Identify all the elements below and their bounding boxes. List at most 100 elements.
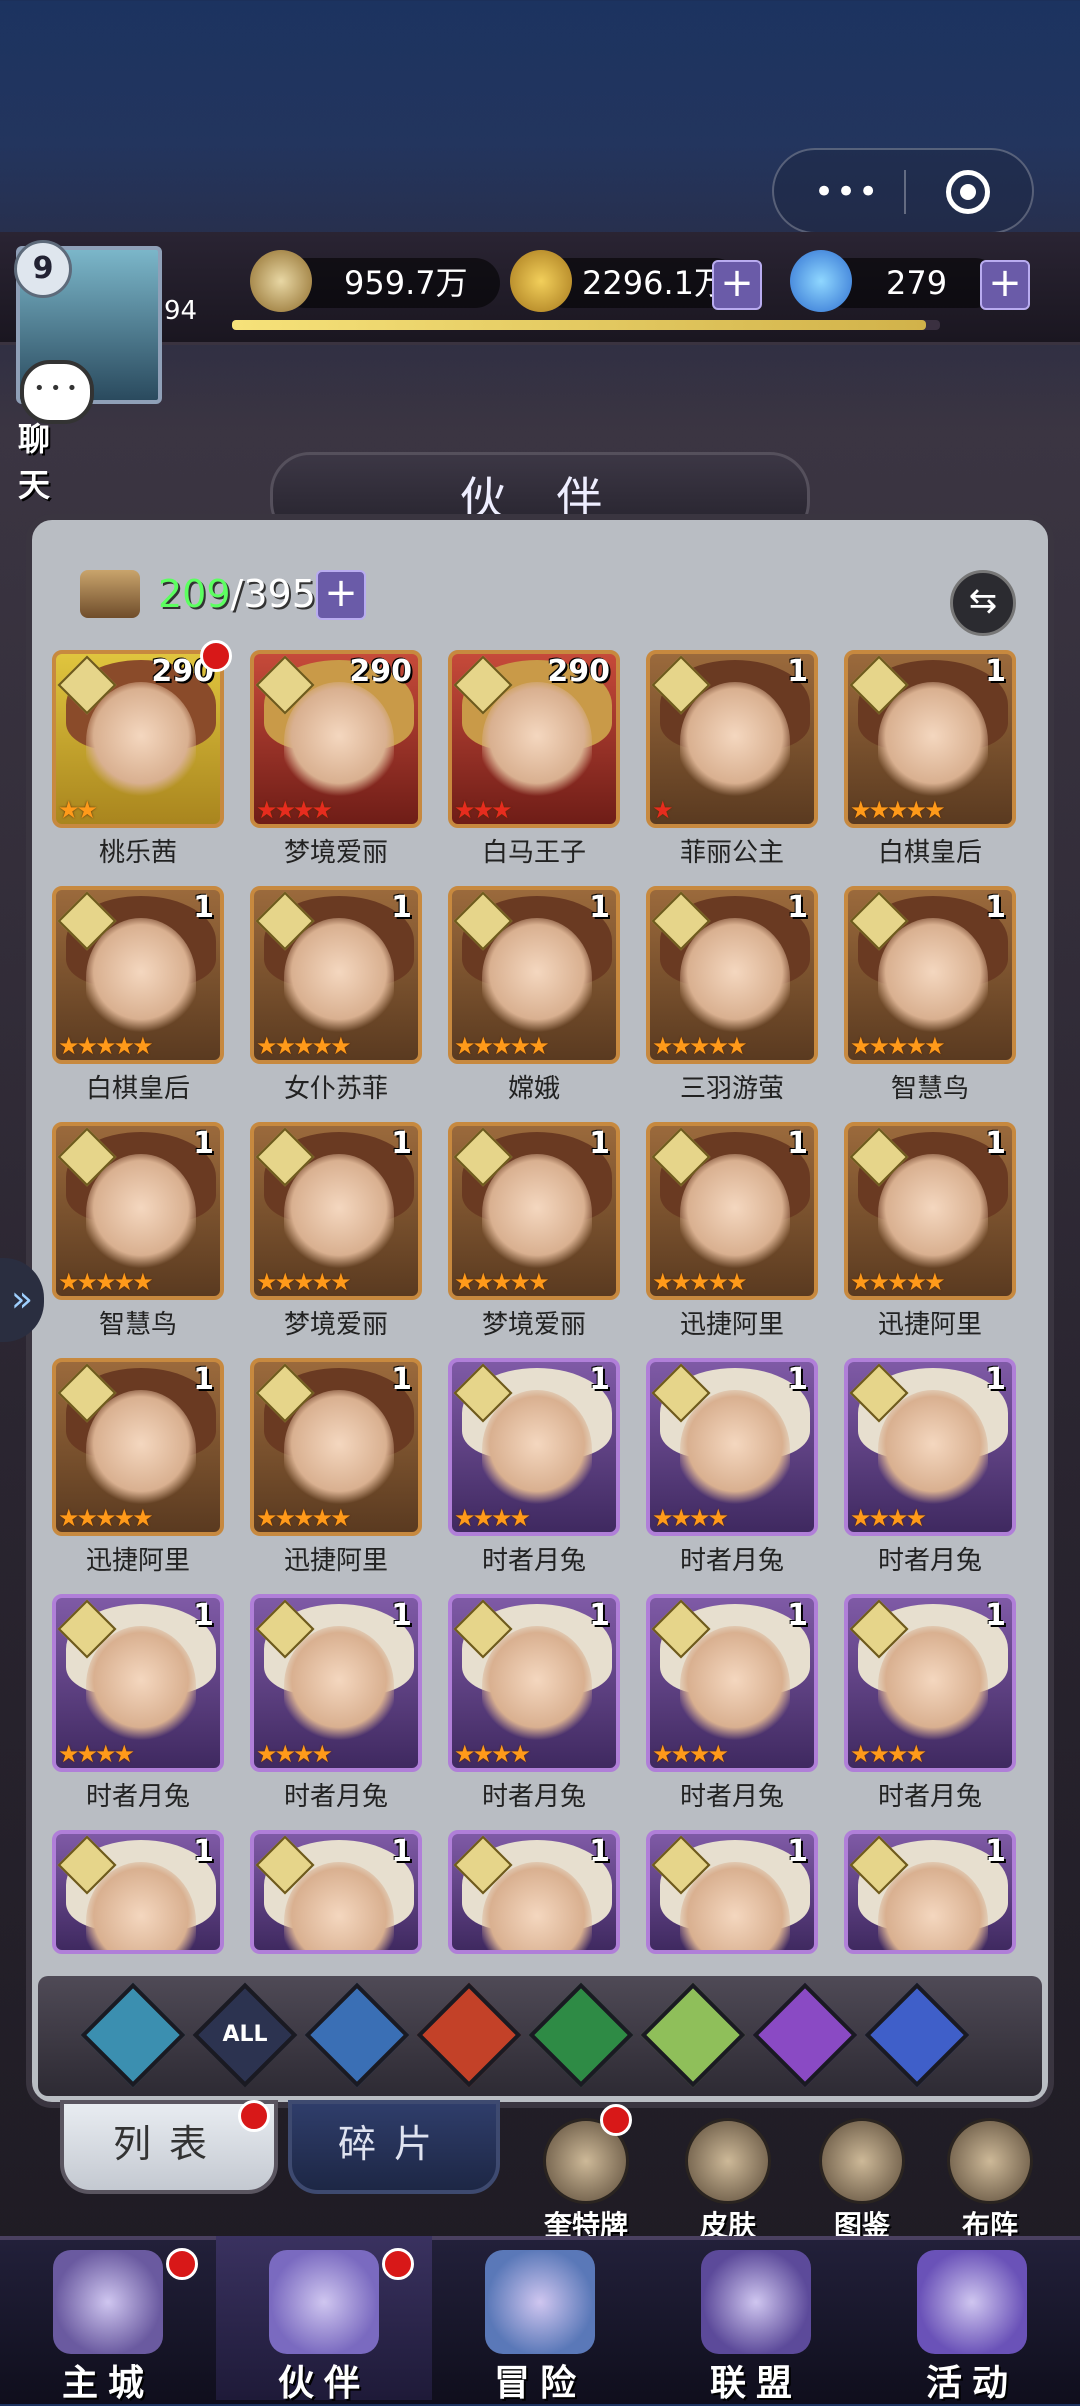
- partner-card[interactable]: 1 ★★★★: [844, 1594, 1016, 1772]
- planet-element-icon[interactable]: [864, 1982, 970, 2088]
- partner-card[interactable]: 1 ★★★★★: [844, 1122, 1016, 1300]
- partner-card[interactable]: 1 ★★★★★: [646, 1122, 818, 1300]
- partner-level: 1: [787, 1362, 808, 1397]
- partner-level: 290: [547, 654, 610, 689]
- gem-display: 279: [790, 250, 1000, 312]
- more-icon[interactable]: •••: [814, 175, 880, 209]
- partner-card[interactable]: 1: [844, 1830, 1016, 1954]
- partner-card[interactable]: 1 ★★★★: [250, 1594, 422, 1772]
- star-rating: ★★★★★: [58, 1504, 154, 1532]
- partner-card[interactable]: 1 ★★★★: [646, 1594, 818, 1772]
- partner-card[interactable]: 1 ★★★★: [844, 1358, 1016, 1536]
- partner-card[interactable]: 1: [250, 1830, 422, 1954]
- portrait: [680, 682, 790, 802]
- formation-button[interactable]: 布阵: [940, 2118, 1040, 2244]
- swap-sort-icon[interactable]: ⇆: [950, 570, 1016, 636]
- partner-level: 1: [787, 1598, 808, 1633]
- star-rating: ★★★: [454, 796, 513, 824]
- chat-button[interactable]: 聊 天: [14, 360, 94, 504]
- partner-card[interactable]: 1 ★★★★★: [448, 886, 620, 1064]
- expand-roster-button[interactable]: +: [316, 570, 366, 620]
- gold-value: 2296.1万: [582, 264, 726, 302]
- add-gold-button[interactable]: +: [712, 260, 762, 310]
- add-gem-button[interactable]: +: [980, 260, 1030, 310]
- partner-card[interactable]: 1 ★★★★★: [250, 886, 422, 1064]
- partner-card[interactable]: 1 ★★★★★: [844, 886, 1016, 1064]
- partner-card[interactable]: 1 ★★★★: [646, 1358, 818, 1536]
- partner-level: 1: [985, 1598, 1006, 1633]
- portrait: [482, 1154, 592, 1274]
- chevron-element-icon[interactable]: [80, 1982, 186, 2088]
- wind-element-icon[interactable]: [528, 1982, 634, 2088]
- partner-card[interactable]: 1 ★★★★: [448, 1594, 620, 1772]
- codex-button[interactable]: 图鉴: [812, 2118, 912, 2244]
- roster-current: 209: [158, 572, 231, 616]
- nav-compass[interactable]: 冒险: [432, 2236, 648, 2404]
- partner-name: 时者月兔: [877, 1546, 982, 1576]
- portrait: [284, 1626, 394, 1746]
- portrait: [284, 682, 394, 802]
- partner-card[interactable]: 1 ★★★★: [448, 1358, 620, 1536]
- partner-name: 菲丽公主: [679, 838, 784, 868]
- partner-level: 1: [985, 1126, 1006, 1161]
- sword-icon: [250, 250, 312, 312]
- partner-card[interactable]: 290 ★★: [52, 650, 224, 828]
- card-deck-button[interactable]: 奎特牌: [536, 2118, 636, 2244]
- partner-card[interactable]: 1 ★★★★★: [646, 886, 818, 1064]
- partner-name: 迅捷阿里: [85, 1546, 190, 1576]
- water-element-icon[interactable]: [304, 1982, 410, 2088]
- partner-card[interactable]: 1 ★: [646, 650, 818, 828]
- partner-card[interactable]: 1 ★★★★★: [250, 1122, 422, 1300]
- nav-label: 伙伴: [277, 2363, 370, 2404]
- partner-card[interactable]: 1 ★★★★★: [250, 1358, 422, 1536]
- partner-name: 梦境爱丽: [481, 1310, 586, 1340]
- partner-card[interactable]: 1: [52, 1830, 224, 1954]
- star-rating: ★★★★★: [652, 1032, 748, 1060]
- portrait: [86, 918, 196, 1038]
- partner-card[interactable]: 1 ★★★★★: [52, 1358, 224, 1536]
- skin-button[interactable]: 皮肤: [678, 2118, 778, 2244]
- portrait: [878, 1626, 988, 1746]
- light-element-icon[interactable]: [640, 1982, 746, 2088]
- partner-card[interactable]: 1 ★★★★★: [52, 886, 224, 1064]
- exp-bar: [232, 320, 940, 330]
- partner-name: 时者月兔: [85, 1782, 190, 1812]
- fire-element-icon[interactable]: [416, 1982, 522, 2088]
- partner-card[interactable]: 1: [646, 1830, 818, 1954]
- partner-card[interactable]: 290 ★★★★: [250, 650, 422, 828]
- partner-level: 1: [985, 654, 1006, 689]
- partner-card[interactable]: 1 ★★★★★: [52, 1122, 224, 1300]
- tab-list-notification-dot: [238, 2100, 270, 2132]
- partner-name: 时者月兔: [877, 1782, 982, 1812]
- shield-icon: [701, 2250, 811, 2354]
- star-rating: ★: [652, 796, 673, 824]
- moon-element-icon[interactable]: [752, 1982, 858, 2088]
- portrait: [878, 1390, 988, 1510]
- partner-level: 1: [787, 1126, 808, 1161]
- tab-fragments[interactable]: 碎片: [288, 2100, 500, 2194]
- power-value: 959.7万: [344, 264, 468, 302]
- partner-name: 桃乐茜: [98, 838, 177, 868]
- nav-notification-dot: [166, 2248, 198, 2280]
- partner-name: 迅捷阿里: [679, 1310, 784, 1340]
- star-rating: ★★★★★: [850, 796, 946, 824]
- nav-cards[interactable]: 活动: [864, 2236, 1080, 2404]
- close-target-icon[interactable]: [946, 170, 990, 214]
- partner-name: 时者月兔: [679, 1546, 784, 1576]
- all-filter-icon[interactable]: ALL: [192, 1982, 298, 2088]
- portrait: [86, 1626, 196, 1746]
- partner-level: 1: [589, 1834, 610, 1869]
- formation-icon: [947, 2118, 1033, 2204]
- portrait: [482, 1626, 592, 1746]
- nav-shield[interactable]: 联盟: [648, 2236, 864, 2404]
- star-rating: ★★★★: [256, 1740, 333, 1768]
- partner-card[interactable]: 1: [448, 1830, 620, 1954]
- gold-display: 2296.1万: [510, 250, 740, 312]
- partner-card[interactable]: 1 ★★★★★: [844, 650, 1016, 828]
- castle-icon: [53, 2250, 163, 2354]
- partner-card[interactable]: 1 ★★★★★: [448, 1122, 620, 1300]
- partner-card[interactable]: 1 ★★★★: [52, 1594, 224, 1772]
- partner-card[interactable]: 290 ★★★: [448, 650, 620, 828]
- star-rating: ★★★★★: [256, 1032, 352, 1060]
- partner-level: 1: [391, 890, 412, 925]
